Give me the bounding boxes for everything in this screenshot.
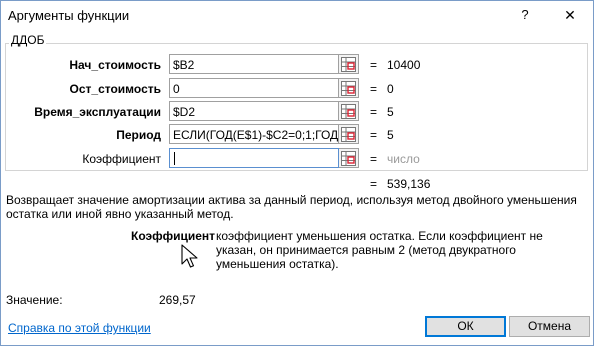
arg-label: Время_эксплуатации bbox=[34, 105, 161, 119]
formula-result: 539,136 bbox=[387, 177, 431, 191]
arg-row-vremya-ekspluatatsii: Время_эксплуатации $D2 = 5 bbox=[1, 101, 591, 123]
function-description: Возвращает значение амортизации актива з… bbox=[6, 193, 577, 221]
range-select-icon bbox=[341, 81, 356, 96]
range-select-icon bbox=[341, 127, 356, 142]
arg-result: 5 bbox=[387, 105, 394, 119]
arg-input[interactable]: $D2 bbox=[169, 101, 339, 121]
help-button[interactable]: ? bbox=[511, 3, 539, 27]
arg-row-nach-stoimost: Нач_стоимость $B2 = 10400 bbox=[1, 54, 591, 76]
arg-result: 10400 bbox=[387, 58, 421, 72]
equals-sign: = bbox=[370, 128, 378, 142]
function-arguments-dialog: Аргументы функции ? ✕ ДДОБ Нач_стоимость… bbox=[0, 0, 594, 346]
equals-sign: = bbox=[370, 105, 378, 119]
arg-row-ost-stoimost: Ост_стоимость 0 = 0 bbox=[1, 78, 591, 100]
range-select-icon bbox=[341, 151, 356, 166]
function-help-link[interactable]: Справка по этой функции bbox=[8, 321, 151, 335]
collapse-dialog-button[interactable] bbox=[339, 54, 359, 74]
arg-label: Ост_стоимость bbox=[69, 82, 161, 96]
function-name: ДДОБ bbox=[9, 33, 47, 47]
arg-label: Коэффициент bbox=[82, 152, 161, 166]
value-result: 269,57 bbox=[159, 293, 196, 307]
range-select-icon bbox=[341, 104, 356, 119]
arg-input[interactable]: 0 bbox=[169, 78, 339, 98]
dialog-title: Аргументы функции bbox=[8, 8, 130, 23]
collapse-dialog-button[interactable] bbox=[339, 148, 359, 168]
cancel-button[interactable]: Отмена bbox=[509, 316, 590, 337]
text-caret bbox=[174, 152, 175, 165]
arg-row-koeffitsient: Коэффициент = число bbox=[1, 148, 591, 170]
equals-sign: = bbox=[370, 58, 378, 72]
mouse-pointer-icon bbox=[181, 244, 198, 268]
arg-result: 0 bbox=[387, 82, 394, 96]
ok-button[interactable]: ОК bbox=[425, 316, 506, 337]
arg-label: Нач_стоимость bbox=[69, 58, 161, 72]
arg-input[interactable]: $B2 bbox=[169, 54, 339, 74]
range-select-icon bbox=[341, 57, 356, 72]
arg-help-name: Коэффициент bbox=[131, 229, 216, 243]
collapse-dialog-button[interactable] bbox=[339, 101, 359, 121]
arg-input[interactable]: ЕСЛИ(ГОД(E$1)-$C2=0;1;ГОД(E$ bbox=[169, 124, 339, 144]
collapse-dialog-button[interactable] bbox=[339, 78, 359, 98]
close-button[interactable]: ✕ bbox=[553, 3, 587, 27]
title-bar: Аргументы функции ? ✕ bbox=[1, 1, 593, 31]
arg-label: Период bbox=[116, 128, 161, 142]
arg-result: число bbox=[387, 152, 420, 166]
arg-result: 5 bbox=[387, 128, 394, 142]
arg-help-text: коэффициент уменьшения остатка. Если коэ… bbox=[216, 229, 543, 271]
equals-sign: = bbox=[370, 82, 378, 96]
equals-sign: = bbox=[370, 152, 378, 166]
equals-sign: = bbox=[370, 177, 378, 191]
collapse-dialog-button[interactable] bbox=[339, 124, 359, 144]
arg-row-period: Период ЕСЛИ(ГОД(E$1)-$C2=0;1;ГОД(E$ = 5 bbox=[1, 124, 591, 146]
value-label: Значение: bbox=[6, 293, 63, 307]
arg-input[interactable] bbox=[169, 148, 339, 168]
